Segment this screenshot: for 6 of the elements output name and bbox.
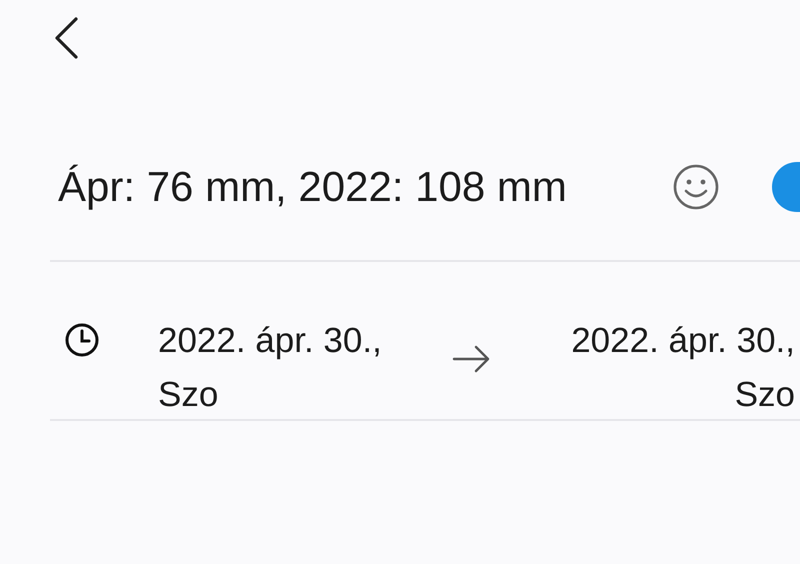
arrow-icon bbox=[452, 344, 492, 374]
clock-icon bbox=[64, 322, 100, 358]
smiley-icon[interactable] bbox=[672, 163, 720, 211]
event-title: Ápr: 76 mm, 2022: 108 mm bbox=[58, 162, 568, 212]
end-date[interactable]: 2022. ápr. 30., Szo bbox=[521, 314, 795, 422]
start-date[interactable]: 2022. ápr. 30., Szo bbox=[158, 314, 438, 422]
